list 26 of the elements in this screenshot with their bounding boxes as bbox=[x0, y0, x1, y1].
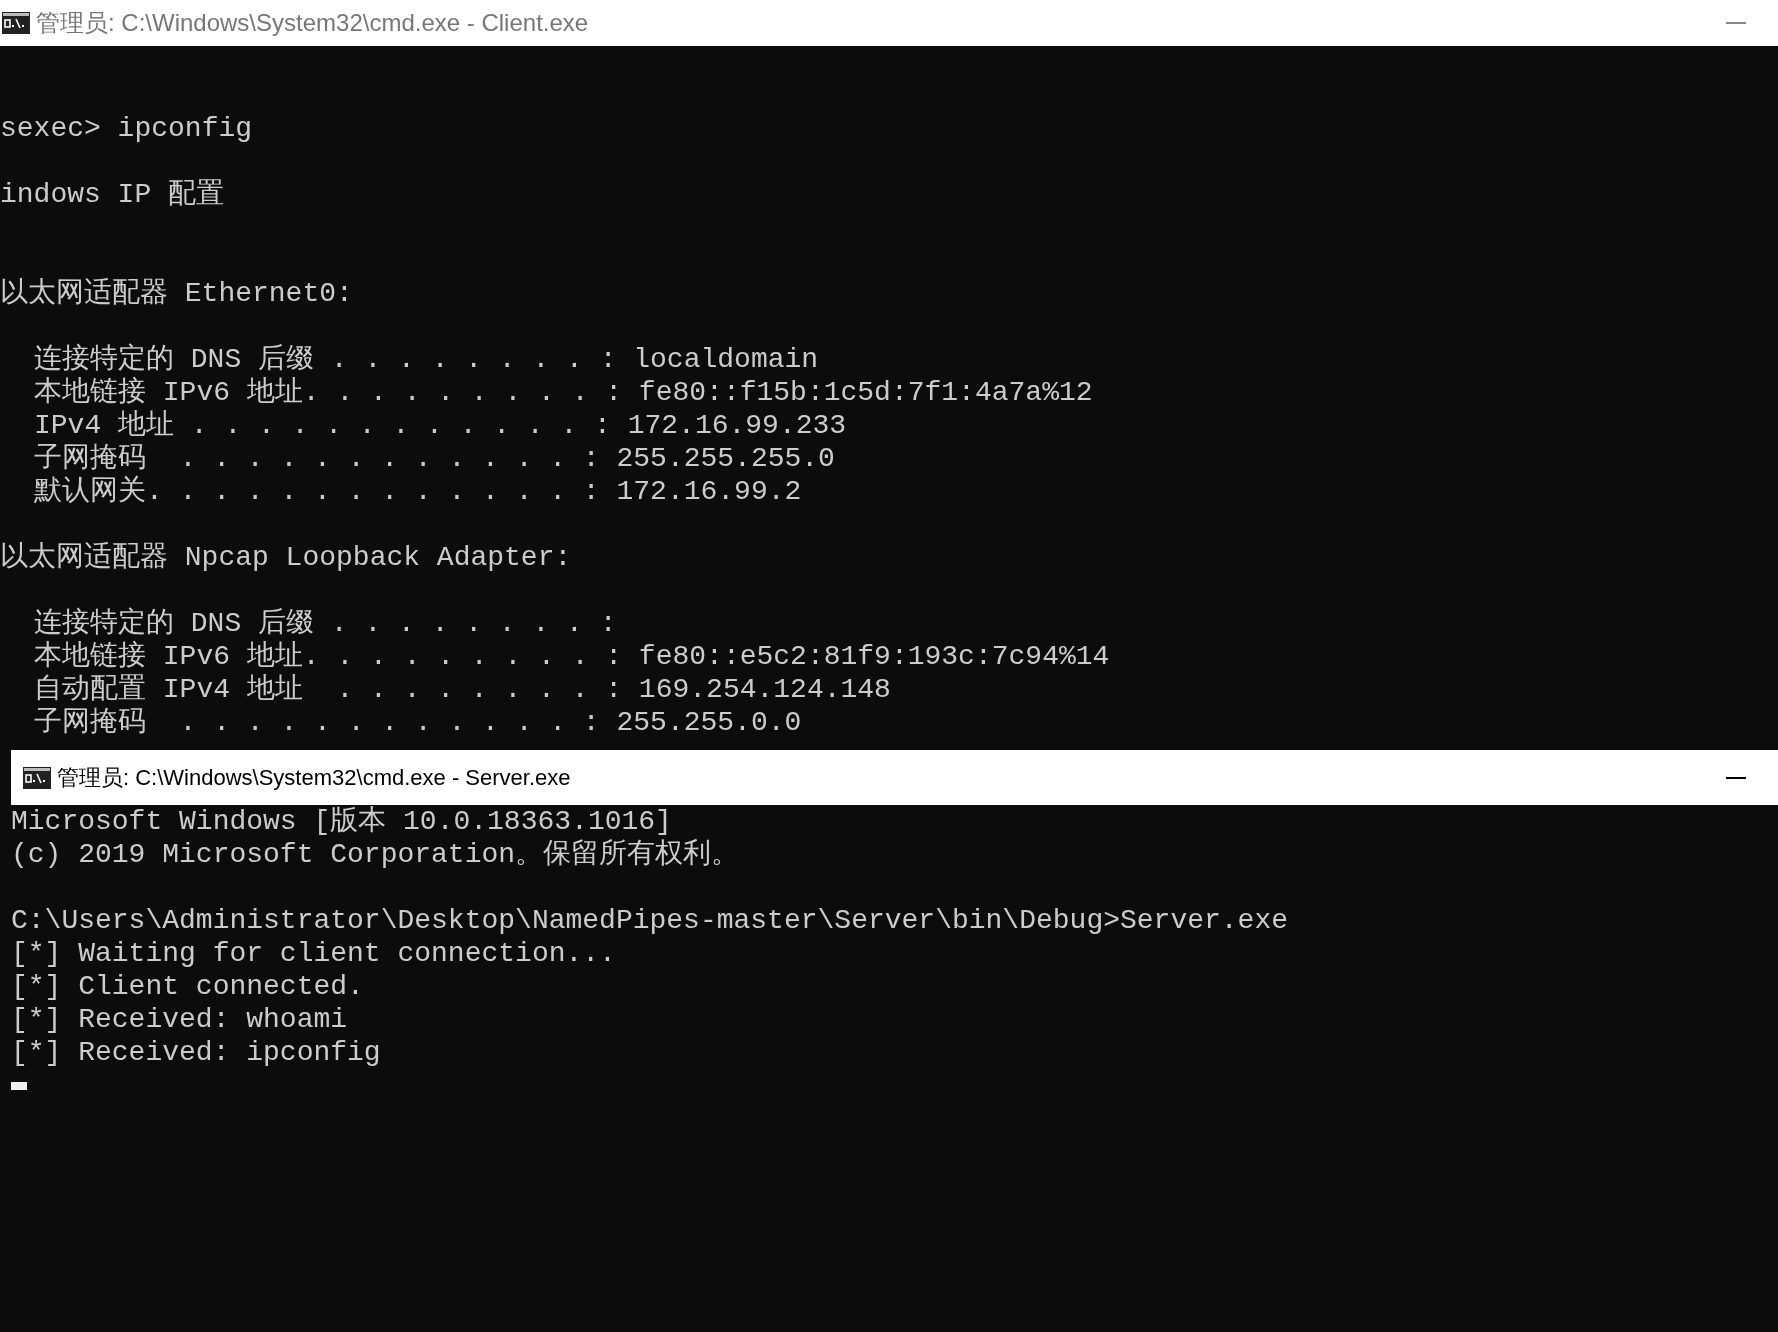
console-line: 本地链接 IPv6 地址. . . . . . . . . : fe80::e5c2:81f9:193c:7c94%14 bbox=[34, 640, 1110, 673]
console-line: 连接特定的 DNS 后缀 . . . . . . . . : localdomain bbox=[34, 343, 819, 376]
console-line: 子网掩码 . . . . . . . . . . . . : 255.255.255.0 bbox=[34, 442, 835, 475]
console-line: Microsoft Windows [版本 10.0.18363.1016] bbox=[11, 805, 672, 838]
console-line: [*] Waiting for client connection... bbox=[11, 937, 616, 970]
minimize-icon bbox=[1726, 776, 1746, 779]
console-line: 以太网适配器 Npcap Loopback Adapter: bbox=[0, 541, 572, 574]
console-line: indows IP 配置 bbox=[0, 178, 225, 211]
text-cursor bbox=[11, 1081, 27, 1090]
console-icon bbox=[23, 766, 51, 789]
console-line: 本地链接 IPv6 地址. . . . . . . . . : fe80::f15b:1c5d:7f1:4a7a%12 bbox=[34, 376, 1093, 409]
console-line: [*] Client connected. bbox=[11, 970, 364, 1003]
console-line: 自动配置 IPv4 地址 . . . . . . . . : 169.254.124.148 bbox=[34, 673, 891, 706]
window-title: 管理员: C:\Windows\System32\cmd.exe - Client.exe bbox=[36, 8, 589, 38]
console-line: C:\Users\Administrator\Desktop\NamedPipes-master\Server\bin\Debug>Server.exe bbox=[11, 904, 1288, 937]
console-line: [*] Received: whoami bbox=[11, 1003, 348, 1036]
window-title: 管理员: C:\Windows\System32\cmd.exe - Server.exe bbox=[57, 764, 571, 792]
console-line: sexec> ipconfig bbox=[0, 112, 253, 145]
console-line: 子网掩码 . . . . . . . . . . . . : 255.255.0.0 bbox=[34, 706, 802, 739]
console-line: [*] Received: ipconfig bbox=[11, 1036, 381, 1069]
console-line: IPv4 地址 . . . . . . . . . . . . : 172.16.99.233 bbox=[34, 409, 847, 442]
minimize-icon bbox=[1726, 22, 1746, 24]
console-line: (c) 2019 Microsoft Corporation。保留所有权利。 bbox=[11, 838, 740, 871]
console-line: 默认网关. . . . . . . . . . . . . : 172.16.99.2 bbox=[34, 475, 802, 508]
console-line: 连接特定的 DNS 后缀 . . . . . . . . : bbox=[34, 607, 617, 640]
console-line: 以太网适配器 Ethernet0: bbox=[0, 277, 353, 310]
